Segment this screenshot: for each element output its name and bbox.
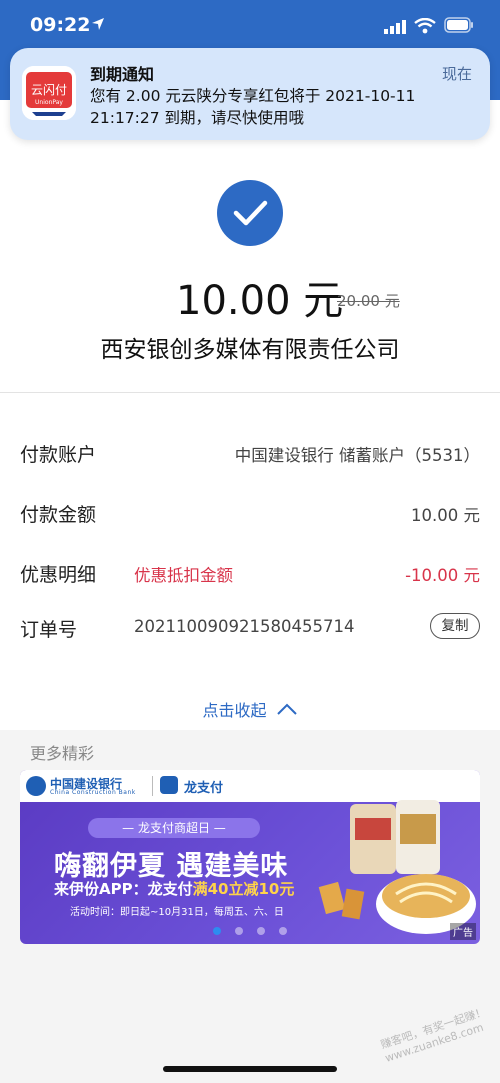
home-indicator[interactable] bbox=[163, 1066, 337, 1072]
unionpay-app-icon: 云闪付 UnionPay bbox=[22, 66, 76, 120]
signal-icon bbox=[384, 20, 406, 34]
unionpay-app-name: 云闪付 bbox=[31, 83, 67, 97]
discount-row: 优惠明细 优惠抵扣金额 -10.00 元 bbox=[20, 560, 480, 590]
promo-date: 活动时间：即日起~10月31日，每周五、六、日 bbox=[70, 907, 284, 918]
amount-value: 10.00 元 bbox=[411, 506, 480, 525]
promo-sub-prefix: 来伊份APP：龙支付 bbox=[54, 880, 193, 898]
divider bbox=[152, 776, 153, 796]
notification-time: 现在 bbox=[441, 65, 472, 83]
notification-body: 您有 2.00 元云陕分专享红包将于 2021-10-11 21:17:27 到… bbox=[90, 87, 416, 127]
amount-detail-row: 付款金额 10.00 元 bbox=[20, 500, 480, 530]
promo-pill: — 龙支付商超日 — bbox=[88, 818, 260, 838]
carousel-dot[interactable] bbox=[213, 927, 221, 935]
promo-sub-highlight: 满40立减10元 bbox=[192, 880, 295, 898]
order-label: 订单号 bbox=[20, 619, 78, 641]
battery-icon bbox=[444, 17, 473, 33]
amount-label: 付款金额 bbox=[20, 504, 97, 526]
more-section-title: 更多精彩 bbox=[30, 744, 95, 763]
success-check-icon bbox=[217, 180, 283, 246]
collapse-label: 点击收起 bbox=[202, 701, 267, 720]
wifi-icon bbox=[414, 18, 436, 34]
status-time: 09:22 bbox=[30, 14, 91, 36]
carousel-dot[interactable] bbox=[257, 927, 265, 935]
watermark: 赚客吧，有奖一起赚！ www.zuanke8.com bbox=[379, 1005, 488, 1065]
ccb-logo-icon bbox=[26, 776, 46, 796]
original-amount: 20.00 元 bbox=[337, 292, 400, 310]
unionpay-app-sub: UnionPay bbox=[35, 99, 63, 106]
order-row: 订单号 20211009092158045571​4 复制 bbox=[20, 613, 480, 645]
longpay-logo-icon bbox=[160, 776, 178, 794]
copy-button[interactable]: 复制 bbox=[430, 613, 480, 639]
promo-subline: 来伊份APP：龙支付满40立减10元 bbox=[54, 878, 294, 899]
divider bbox=[0, 392, 500, 393]
pay-name: 龙支付 bbox=[184, 781, 224, 796]
discount-label: 优惠明细 bbox=[20, 564, 97, 586]
status-bar: 09:22 bbox=[0, 0, 500, 52]
amount-row: 10.00 元 20.00 元 bbox=[0, 268, 500, 324]
carousel-dot[interactable] bbox=[279, 927, 287, 935]
discount-desc: 优惠抵扣金额 bbox=[134, 566, 233, 585]
notification-title: 到期通知 bbox=[90, 65, 155, 84]
account-row: 付款账户 中国建设银行 储蓄账户（5531） bbox=[20, 440, 480, 470]
discount-value: -10.00 元 bbox=[405, 566, 480, 585]
account-label: 付款账户 bbox=[20, 444, 97, 466]
paid-amount: 10.00 元 bbox=[176, 278, 344, 324]
carousel-dots bbox=[20, 920, 480, 939]
merchant-name: 西安银创多媒体有限责任公司 bbox=[100, 337, 400, 363]
account-value: 中国建设银行 储蓄账户（5531） bbox=[234, 446, 480, 465]
collapse-toggle[interactable]: 点击收起 bbox=[0, 697, 500, 721]
promo-banner[interactable]: 中国建设银行 China Construction Bank 龙支付 — 龙支付… bbox=[20, 770, 480, 944]
location-arrow-icon bbox=[92, 18, 104, 30]
notification-banner[interactable]: 云闪付 UnionPay 到期通知 现在 您有 2.00 元云陕分专享红包将于 … bbox=[10, 48, 490, 140]
chevron-up-icon bbox=[276, 703, 297, 715]
carousel-dot[interactable] bbox=[235, 927, 243, 935]
order-number: 20211009092158045571​4 bbox=[134, 617, 355, 636]
bank-sub: China Construction Bank bbox=[50, 789, 136, 796]
